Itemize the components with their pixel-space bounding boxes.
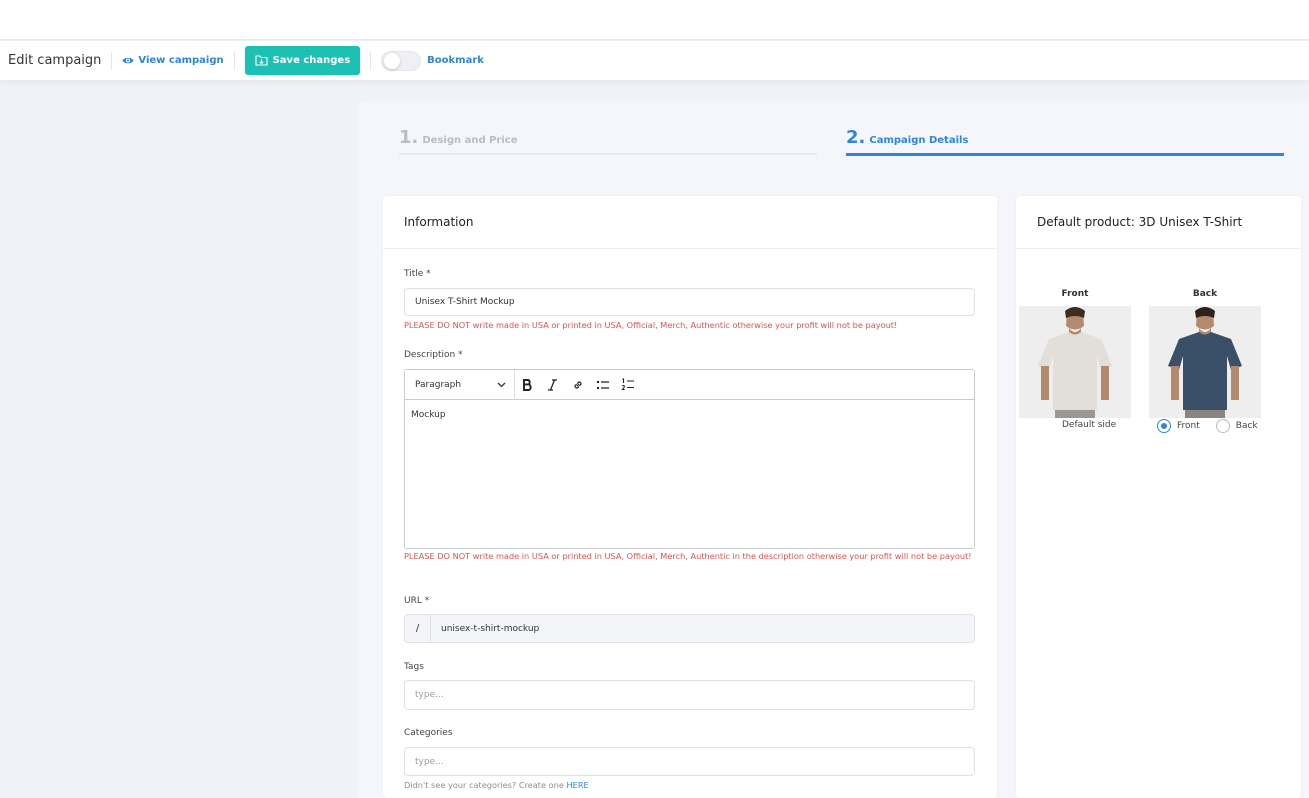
default-product-card: Default product: 3D Unisex T-Shirt Front… <box>1016 196 1301 798</box>
categories-hint: Didn't see your categories? Create one H… <box>404 780 589 790</box>
toggle-knob <box>384 52 401 69</box>
link-button[interactable] <box>565 370 590 400</box>
title-input[interactable]: Unisex T-Shirt Mockup <box>404 288 975 316</box>
tags-label: Tags <box>404 662 424 672</box>
front-radio-label: Front <box>1177 421 1200 431</box>
divider <box>370 51 372 70</box>
information-card: Information Title * Unisex T-Shirt Mocku… <box>383 196 997 798</box>
front-side-title: Front <box>1061 289 1089 299</box>
bullet-list-icon <box>596 380 609 389</box>
front-radio[interactable] <box>1157 419 1171 433</box>
step-design-and-price[interactable]: 1. Design and Price <box>399 127 518 148</box>
step-progress-line-active <box>846 153 1284 156</box>
categories-label: Categories <box>404 728 453 738</box>
divider <box>111 51 113 70</box>
description-editor: Paragraph Mockup <box>404 369 975 549</box>
title-label: Title * <box>404 269 431 279</box>
back-side-title: Back <box>1192 289 1218 299</box>
url-label: URL * <box>404 596 430 606</box>
default-side-label: Default side <box>1062 420 1117 430</box>
page-title: Edit campaign <box>8 53 102 68</box>
chevron-down-icon <box>497 382 506 387</box>
bookmark-label: Bookmark <box>427 55 484 66</box>
description-editor-content[interactable]: Mockup <box>405 400 974 430</box>
bold-icon <box>523 378 532 391</box>
categories-input[interactable]: type... <box>404 747 975 776</box>
step-number: 1. <box>399 127 419 148</box>
back-mockup-image[interactable] <box>1149 306 1261 418</box>
italic-icon <box>548 378 557 391</box>
url-prefix: / <box>405 615 431 642</box>
url-field: / unisex-t-shirt-mockup <box>404 614 975 643</box>
step-label: Campaign Details <box>869 135 969 146</box>
numbered-list-button[interactable] <box>615 370 640 400</box>
eye-icon <box>122 57 134 64</box>
back-tshirt-photo <box>1149 306 1261 418</box>
url-input[interactable]: unisex-t-shirt-mockup <box>431 624 539 634</box>
bold-button[interactable] <box>515 370 540 400</box>
front-mockup-image[interactable] <box>1019 306 1131 418</box>
editor-toolbar: Paragraph <box>405 369 974 400</box>
tags-input[interactable]: type... <box>404 680 975 710</box>
step-number: 2. <box>846 127 866 148</box>
italic-button[interactable] <box>540 370 565 400</box>
back-radio-label: Back <box>1235 421 1258 431</box>
campaign-toolbar: Edit campaign View campaign Save changes… <box>0 41 1309 80</box>
step-campaign-details[interactable]: 2. Campaign Details <box>846 127 968 148</box>
description-label: Description * <box>404 350 463 360</box>
divider <box>233 51 235 70</box>
categories-hint-text: Didn't see your categories? Create one <box>404 780 564 790</box>
description-warning: PLEASE DO NOT write made in USA or print… <box>404 551 972 561</box>
default-product-heading: Default product: 3D Unisex T-Shirt <box>1016 196 1301 249</box>
save-folder-icon <box>255 55 268 66</box>
paragraph-format-select[interactable]: Paragraph <box>405 369 515 400</box>
bookmark-toggle[interactable] <box>381 50 422 71</box>
numbered-list-icon <box>620 378 634 391</box>
bullet-list-button[interactable] <box>590 370 615 400</box>
step-progress-line <box>399 153 817 155</box>
paragraph-format-value: Paragraph <box>415 379 462 390</box>
create-category-link[interactable]: HERE <box>567 780 589 790</box>
title-warning: PLEASE DO NOT write made in USA or print… <box>404 320 898 330</box>
front-tshirt-photo <box>1019 306 1131 418</box>
information-heading: Information <box>383 196 997 249</box>
link-icon <box>573 380 582 389</box>
back-radio[interactable] <box>1215 419 1230 433</box>
default-side-options: Front Back <box>1157 419 1258 433</box>
save-changes-label: Save changes <box>272 55 351 66</box>
view-campaign-label: View campaign <box>138 55 224 66</box>
step-label: Design and Price <box>422 135 518 146</box>
view-campaign-link[interactable]: View campaign <box>122 55 224 66</box>
save-changes-button[interactable]: Save changes <box>244 46 361 75</box>
top-bar <box>0 0 1309 40</box>
